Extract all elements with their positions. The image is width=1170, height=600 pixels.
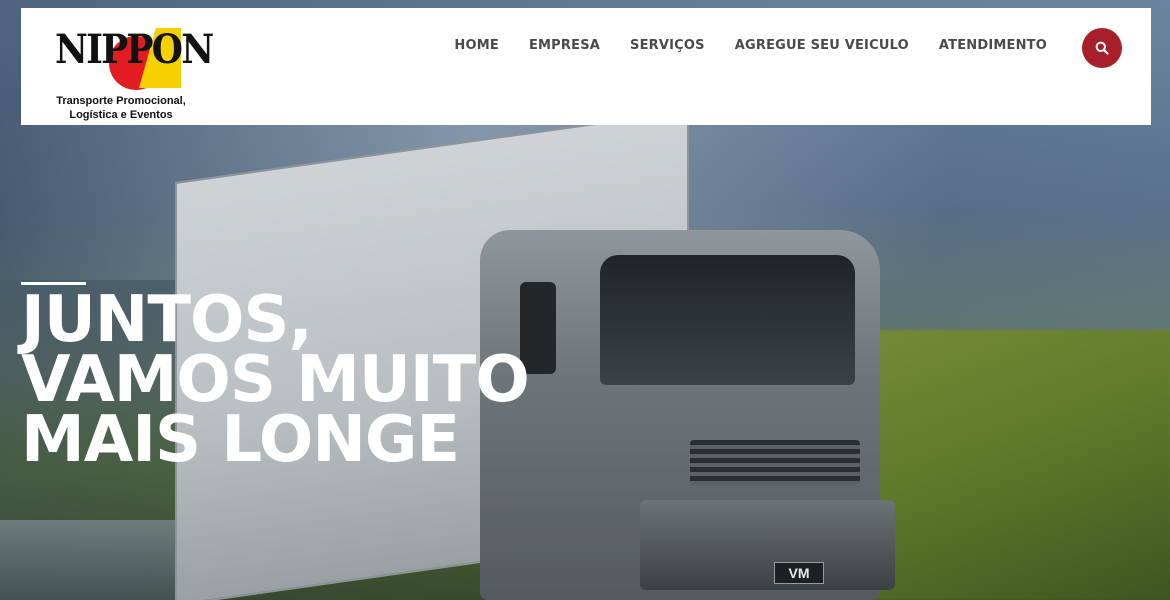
nav-item-home[interactable]: HOME — [454, 38, 499, 53]
headline-line-2: VAMOS MUITO — [21, 343, 530, 417]
logo-tagline-line-1: Transporte Promocional, — [56, 95, 186, 107]
truck-windshield — [600, 255, 855, 385]
nav-item-empresa[interactable]: EMPRESA — [529, 38, 600, 53]
site-header: NIPPON Transporte Promocional, Logística… — [21, 8, 1151, 125]
logo-mark: NIPPON — [55, 26, 214, 90]
search-icon — [1095, 41, 1109, 55]
logo-wordmark: NIPPON — [55, 26, 214, 73]
hero-headline: JUNTOS, VAMOS MUITO MAIS LONGE — [21, 283, 621, 477]
search-button[interactable] — [1082, 28, 1122, 68]
hero-city-skyline — [0, 520, 200, 600]
main-navigation: HOME EMPRESA SERVIÇOS AGREGUE SEU VEICUL… — [454, 38, 1047, 53]
logo-tagline: Transporte Promocional, Logística e Even… — [51, 94, 191, 122]
headline-line-3: MAIS LONGE — [21, 403, 460, 477]
nav-item-atendimento[interactable]: ATENDIMENTO — [939, 38, 1047, 53]
truck-grille — [690, 440, 860, 485]
truck-license-plate: VM — [774, 562, 824, 584]
nav-item-agregue-seu-veiculo[interactable]: AGREGUE SEU VEICULO — [735, 38, 909, 53]
nav-item-servicos[interactable]: SERVIÇOS — [630, 38, 705, 53]
brand-logo[interactable]: NIPPON Transporte Promocional, Logística… — [51, 22, 214, 122]
headline-line-1: JUNTOS, — [21, 283, 313, 357]
truck-bumper — [640, 500, 895, 590]
logo-tagline-line-2: Logística e Eventos — [69, 109, 173, 121]
